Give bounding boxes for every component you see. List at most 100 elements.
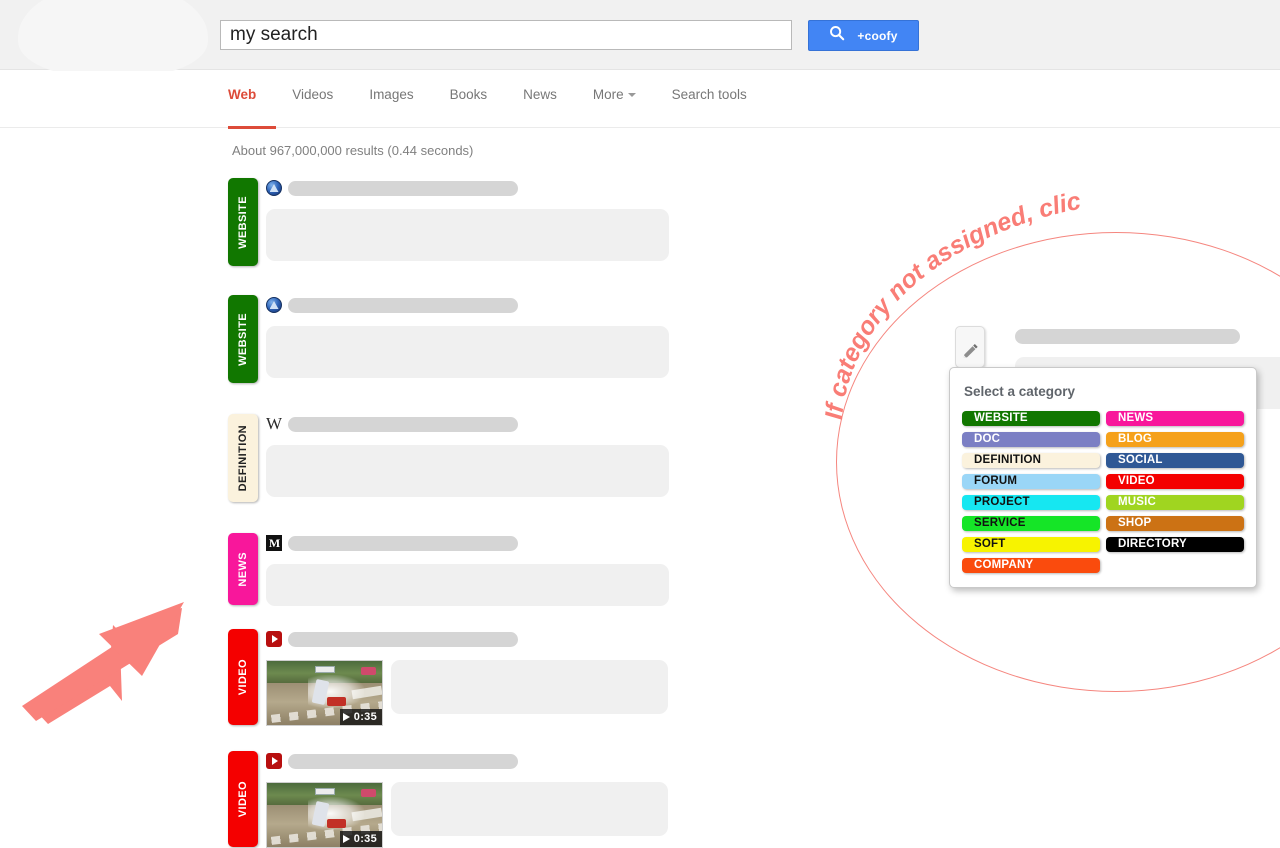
category-option-soft[interactable]: SOFT — [962, 537, 1100, 552]
thumbnail-detail — [361, 789, 376, 797]
nav-tab-news[interactable]: News — [523, 87, 576, 103]
category-option-forum[interactable]: FORUM — [962, 474, 1100, 489]
category-option-website[interactable]: WEBSITE — [962, 411, 1100, 426]
nav-tab-web[interactable]: Web — [228, 87, 277, 129]
result-title-row: M — [266, 533, 669, 553]
nav-tab-label: Books — [449, 87, 488, 102]
search-nav-bar: Web Videos Images Books News More Search tools — [0, 71, 1280, 129]
result-body — [266, 295, 669, 378]
search-result-item: NEWS M — [228, 533, 669, 606]
page-header: +coofy — [0, 0, 1280, 78]
play-button-icon — [266, 631, 282, 647]
result-snippet-placeholder — [391, 782, 668, 836]
result-title-row — [266, 178, 669, 198]
category-option-social[interactable]: SOCIAL — [1106, 453, 1244, 468]
result-title-row — [266, 751, 668, 771]
search-result-item: DEFINITION W — [228, 414, 669, 502]
category-option-project[interactable]: PROJECT — [962, 495, 1100, 510]
result-snippet-placeholder — [266, 445, 669, 497]
thumbnail-detail — [361, 667, 376, 675]
video-duration-label: 0:35 — [353, 833, 377, 845]
category-tag-news[interactable]: NEWS — [228, 533, 258, 605]
nav-tab-label: Videos — [292, 87, 334, 102]
category-option-definition[interactable]: DEFINITION — [962, 453, 1100, 468]
category-option-shop[interactable]: SHOP — [1106, 516, 1244, 531]
result-title-placeholder[interactable] — [288, 535, 518, 551]
chevron-down-icon — [627, 93, 636, 97]
nav-tab-more[interactable]: More — [593, 87, 655, 103]
category-option-directory[interactable]: DIRECTORY — [1106, 537, 1244, 552]
result-title-placeholder[interactable] — [288, 180, 518, 196]
globe-icon — [266, 297, 282, 313]
category-column-right: NEWS BLOG SOCIAL VIDEO MUSIC SHOP DIRECTORY — [1106, 411, 1244, 573]
category-tag-label: VIDEO — [237, 658, 249, 696]
category-tag-label: NEWS — [237, 551, 249, 587]
category-option-video[interactable]: VIDEO — [1106, 474, 1244, 489]
category-option-company[interactable]: COMPANY — [962, 558, 1100, 573]
category-tag-website[interactable]: WEBSITE — [228, 295, 258, 383]
category-tag-video[interactable]: VIDEO — [228, 629, 258, 725]
nav-tab-books[interactable]: Books — [450, 87, 507, 103]
magnifier-icon — [829, 25, 845, 46]
category-picker-popup: Select a category WEBSITE DOC DEFINITION FO… — [949, 367, 1257, 588]
nav-tab-label: More — [592, 87, 624, 102]
category-option-doc[interactable]: DOC — [962, 432, 1100, 447]
search-button[interactable]: +coofy — [808, 20, 919, 51]
result-title-placeholder[interactable] — [288, 416, 518, 432]
video-duration-badge: 0:35 — [339, 709, 382, 725]
category-tag-label: WEBSITE — [237, 195, 249, 249]
result-snippet-placeholder — [266, 326, 669, 378]
result-title-row: W — [266, 414, 669, 434]
video-thumbnail[interactable]: 0:35 — [266, 660, 383, 726]
search-input[interactable] — [220, 20, 792, 50]
search-button-label: +coofy — [857, 28, 898, 43]
video-thumbnail[interactable]: 0:35 — [266, 782, 383, 848]
results-count: About 967,000,000 results (0.44 seconds) — [232, 143, 474, 158]
globe-icon — [266, 180, 282, 196]
wikipedia-w-icon: W — [266, 414, 283, 433]
nav-tab-label: Search tools — [671, 87, 747, 102]
result-title-placeholder[interactable] — [288, 631, 518, 647]
video-duration-label: 0:35 — [353, 711, 377, 723]
play-button-icon — [266, 753, 282, 769]
result-snippet-row: 0:35 — [266, 660, 668, 726]
category-tag-label: DEFINITION — [237, 424, 249, 492]
assign-category-button[interactable] — [955, 326, 985, 368]
result-title-row — [266, 629, 668, 649]
category-tag-definition[interactable]: DEFINITION — [228, 414, 258, 502]
search-result-item: WEBSITE — [228, 178, 669, 266]
thumbnail-detail — [315, 788, 336, 795]
nav-tab-search-tools[interactable]: Search tools — [672, 87, 766, 103]
video-duration-badge: 0:35 — [339, 831, 382, 847]
result-body: W — [266, 414, 669, 497]
thumbnail-detail — [315, 666, 336, 673]
category-tag-label: VIDEO — [237, 780, 249, 818]
result-snippet-placeholder — [266, 209, 669, 261]
edit-pencil-icon — [962, 342, 979, 364]
category-option-blog[interactable]: BLOG — [1106, 432, 1244, 447]
thumbnail-detail — [326, 696, 346, 706]
nav-tab-videos[interactable]: Videos — [292, 87, 352, 103]
category-column-left: WEBSITE DOC DEFINITION FORUM PROJECT SERVICE S… — [962, 411, 1100, 573]
result-body — [266, 178, 669, 261]
play-triangle-icon — [342, 835, 350, 843]
logo-watermark — [18, 0, 208, 78]
category-option-service[interactable]: SERVICE — [962, 516, 1100, 531]
result-title-placeholder[interactable] — [1015, 328, 1240, 344]
result-title-placeholder[interactable] — [288, 753, 518, 769]
play-triangle-icon — [342, 713, 350, 721]
annotation-arrow-icon — [22, 602, 184, 724]
result-body: 0:35 — [266, 629, 668, 726]
nav-tab-list: Web Videos Images Books News More Search tools — [228, 87, 766, 129]
popup-title: Select a category — [964, 384, 1076, 399]
result-title-placeholder[interactable] — [288, 297, 518, 313]
nav-tab-images[interactable]: Images — [369, 87, 432, 103]
result-snippet-row: 0:35 — [266, 782, 668, 848]
search-result-item: WEBSITE — [228, 295, 669, 383]
category-tag-label: WEBSITE — [237, 312, 249, 366]
category-tag-video[interactable]: VIDEO — [228, 751, 258, 847]
category-tag-website[interactable]: WEBSITE — [228, 178, 258, 266]
category-option-music[interactable]: MUSIC — [1106, 495, 1244, 510]
result-snippet-placeholder — [391, 660, 668, 714]
category-option-news[interactable]: NEWS — [1106, 411, 1244, 426]
